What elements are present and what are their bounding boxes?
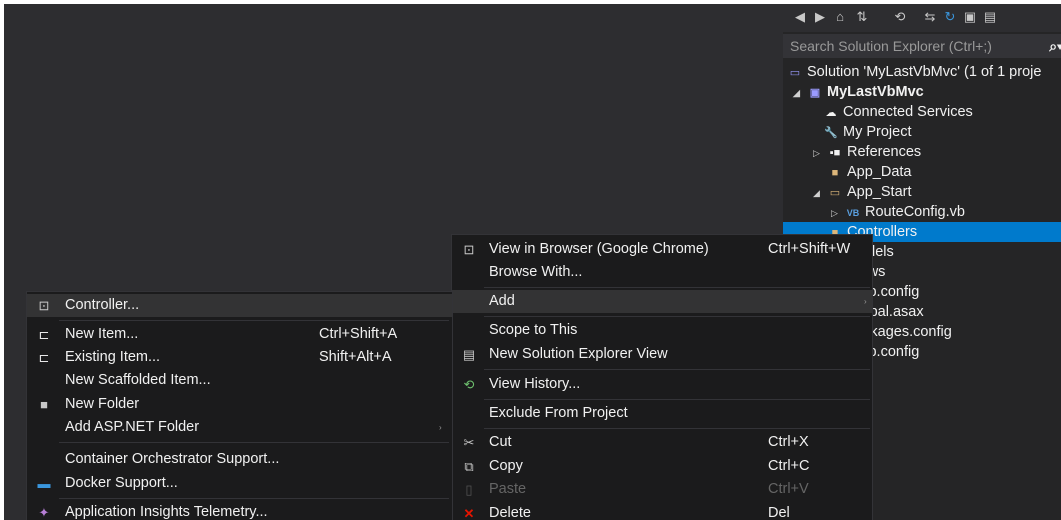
submenu-arrow-icon: › [864,297,867,306]
menu-separator [59,442,449,443]
top-border [0,0,1061,4]
menu-item-add[interactable]: Add › [452,290,872,313]
menu-item-new-item[interactable]: ⊏ New Item... Ctrl+Shift+A [27,323,452,346]
menu-item-delete[interactable]: ✕ Delete Del [452,502,872,520]
expanded-arrow-icon[interactable]: ◢ [793,83,803,103]
menu-item-existing-item[interactable]: ⊏ Existing Item... Shift+Alt+A [27,346,452,369]
search-solution-explorer-input[interactable]: Search Solution Explorer (Ctrl+;) ⌕▾ [783,34,1061,58]
tree-node-routeconfig[interactable]: ▷ VB RouteConfig.vb [831,202,965,222]
solution-explorer-toolbar: ◀ ▶ ⌂ ⇅ ⟲ ⇆ ↻ ▣ ▤ [783,4,1061,32]
insights-icon: ✦ [38,505,50,520]
tree-node-my-project[interactable]: 🔧 My Project [823,122,911,142]
menu-item-controller[interactable]: ⊡ Controller... [27,294,452,317]
menu-separator [484,369,870,370]
menu-item-application-insights-telemetry[interactable]: ✦ Application Insights Telemetry... [27,501,452,520]
menu-item-new-folder[interactable]: ■ New Folder [27,393,452,416]
menu-separator [484,428,870,429]
tree-node-app-start[interactable]: ◢ ▭ App_Start [813,182,912,202]
home-icon[interactable]: ⌂ [833,10,847,24]
tree-node-app-data[interactable]: ■ App_Data [827,162,912,182]
browser-icon: ⊡ [463,242,475,257]
tree-node-project[interactable]: ◢ ▣ MyLastVbMvc [793,82,924,102]
menu-item-container-orchestrator-support[interactable]: Container Orchestrator Support... [27,448,452,471]
solution-icon: ▭ [789,67,801,79]
properties-icon[interactable]: ▤ [983,10,997,24]
tree-node-references[interactable]: ▷ ▪■ References [813,142,921,162]
menu-item-new-solution-explorer-view[interactable]: ▤ New Solution Explorer View [452,343,872,366]
search-placeholder: Search Solution Explorer (Ctrl+;) [790,38,992,54]
menu-item-view-history[interactable]: ⟲ View History... [452,373,872,396]
menu-item-exclude-from-project[interactable]: Exclude From Project [452,402,872,425]
tree-node-solution[interactable]: ▭ Solution 'MyLastVbMvc' (1 of 1 proje [787,62,1042,82]
copy-icon: ⧉ [464,459,474,474]
menu-item-paste[interactable]: ▯ Paste Ctrl+V [452,478,872,501]
vb-file-icon: VB [846,208,860,218]
back-icon[interactable]: ◀ [793,10,807,24]
new-folder-icon: ■ [40,397,48,412]
existing-item-icon: ⊏ [38,350,50,365]
folder-open-icon: ▭ [829,187,841,199]
menu-item-copy[interactable]: ⧉ Copy Ctrl+C [452,455,872,478]
connected-services-icon: ☁ [825,107,837,119]
history-icon[interactable]: ⟲ [893,10,907,24]
menu-separator [484,399,870,400]
paste-icon: ▯ [465,482,473,497]
tree-node-connected-services[interactable]: ☁ Connected Services [823,102,973,122]
menu-item-new-scaffolded-item[interactable]: New Scaffolded Item... [27,369,452,392]
menu-item-view-in-browser[interactable]: ⊡ View in Browser (Google Chrome) Ctrl+S… [452,238,872,261]
forward-icon[interactable]: ▶ [813,10,827,24]
references-icon: ▪■ [829,147,841,159]
project-icon: ▣ [809,87,821,99]
new-item-icon: ⊏ [38,327,50,342]
sync-icon[interactable]: ⇅ [855,10,869,24]
collapsed-arrow-icon[interactable]: ▷ [813,143,823,163]
expanded-arrow-icon[interactable]: ◢ [813,183,823,203]
menu-item-scope-to-this[interactable]: Scope to This [452,319,872,342]
menu-separator [59,498,449,499]
delete-icon: ✕ [463,506,475,520]
search-icon[interactable]: ⌕▾ [1049,34,1061,58]
folder-icon: ■ [831,167,839,179]
menu-item-docker-support[interactable]: ▬ Docker Support... [27,472,452,495]
menu-separator [484,316,870,317]
controller-icon: ⊡ [38,298,50,313]
ide-window: ◀ ▶ ⌂ ⇅ ⟲ ⇆ ↻ ▣ ▤ Search Solution Explor… [0,0,1061,520]
collapse-icon[interactable]: ▣ [963,10,977,24]
menu-item-add-aspnet-folder[interactable]: Add ASP.NET Folder › [27,416,452,439]
refresh-icon[interactable]: ↻ [943,10,957,24]
pending-changes-icon[interactable]: ⇆ [923,10,937,24]
menu-separator [484,287,870,288]
menu-separator [59,320,449,321]
cut-icon: ✂ [463,435,475,450]
menu-item-cut[interactable]: ✂ Cut Ctrl+X [452,431,872,454]
add-submenu: ⊡ Controller... ⊏ New Item... Ctrl+Shift… [26,291,453,520]
collapsed-arrow-icon[interactable]: ▷ [831,203,841,223]
new-view-icon: ▤ [462,347,476,362]
submenu-arrow-icon: › [439,423,442,432]
menu-item-browse-with[interactable]: Browse With... [452,261,872,284]
wrench-icon: 🔧 [824,127,838,139]
history-icon: ⟲ [463,377,475,392]
docker-icon: ▬ [37,476,51,491]
context-menu: ⊡ View in Browser (Google Chrome) Ctrl+S… [451,234,873,520]
